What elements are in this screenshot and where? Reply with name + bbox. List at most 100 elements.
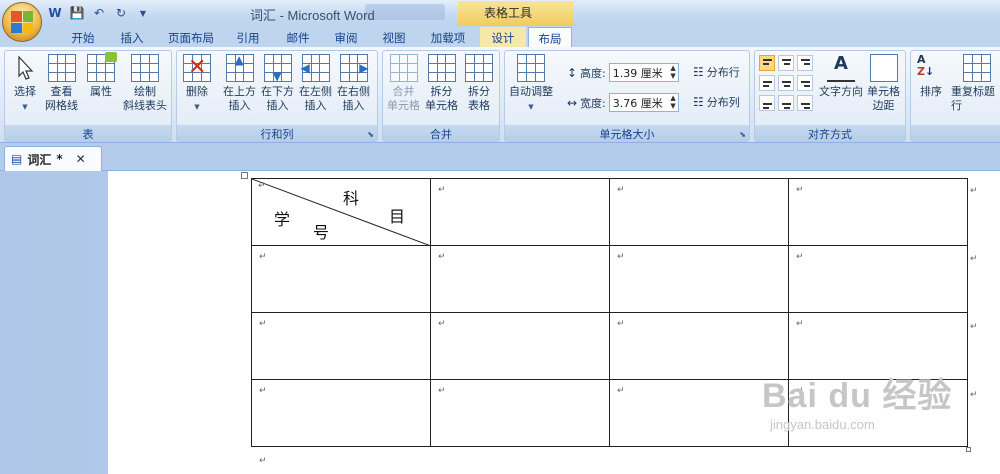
insert-row-above-icon: ▲ — [225, 53, 254, 82]
tab-review[interactable]: 审阅 — [326, 27, 366, 47]
baidu-watermark: Bai du 经验 jingyan.baidu.com — [762, 368, 952, 432]
quick-access-toolbar: W 💾 ↶ ↻ ▼ — [46, 4, 152, 22]
distribute-rows-icon: ☷ — [693, 65, 704, 79]
spin-arrows-icon[interactable]: ▲ ▼ — [670, 64, 675, 80]
tab-design[interactable]: 设计 — [480, 27, 526, 47]
gridlines-icon — [47, 54, 76, 82]
table-cell[interactable]: ↵ — [430, 379, 610, 447]
rows-cols-group-label: 行和列 — [177, 125, 377, 141]
sort-az-icon: A Z↓ — [917, 53, 935, 78]
chevron-down-icon: ▼ — [528, 103, 534, 111]
watermark-brand: Bai du 经验 — [762, 377, 953, 415]
ribbon-tabs: 开始 插入 页面布局 引用 邮件 审阅 视图 加载项 设计 布局 — [0, 26, 1000, 48]
office-logo-icon — [11, 11, 33, 33]
table-cell[interactable]: ↵ — [788, 178, 968, 246]
insert-right-button[interactable]: ▶ 在右侧 插入 — [337, 54, 370, 113]
align-middle-right-icon[interactable] — [797, 75, 813, 91]
split-cells-button[interactable]: 拆分 单元格 — [425, 54, 458, 113]
autofit-icon — [517, 54, 545, 82]
table-resize-handle[interactable] — [966, 447, 971, 452]
save-icon[interactable]: 💾 — [68, 5, 86, 21]
align-middle-center-icon[interactable] — [778, 75, 794, 91]
word-document-icon: ▤ — [11, 152, 23, 166]
alignment-group-label: 对齐方式 — [755, 125, 905, 141]
tab-home[interactable]: 开始 — [62, 27, 104, 47]
table-cell[interactable]: ↵ — [251, 245, 431, 313]
align-bottom-center-icon[interactable] — [778, 95, 794, 111]
insert-column-right-icon: ▶ — [339, 54, 369, 82]
alignment-group: A 文字方向 单元格 边距 对齐方式 — [754, 50, 906, 142]
cell-size-group-label: 单元格大小 — [505, 125, 749, 141]
split-table-button[interactable]: 拆分 表格 — [465, 54, 493, 113]
align-top-left-icon[interactable] — [759, 55, 775, 71]
select-button[interactable]: 选择 ▼ — [11, 54, 39, 114]
insert-above-button[interactable]: ▲ 在上方 插入 — [223, 53, 256, 113]
redo-icon[interactable]: ↻ — [112, 5, 130, 21]
draw-diagonal-header-button[interactable]: 绘制 斜线表头 — [123, 54, 167, 113]
table-row: ↵ 科 目 学 号 ↵ ↵ ↵ — [251, 178, 968, 246]
tab-mailings[interactable]: 邮件 — [278, 27, 318, 47]
trailing-paragraph-mark: ↵ — [259, 456, 267, 466]
align-middle-left-icon[interactable] — [759, 75, 775, 91]
dialog-launcher-icon[interactable]: ⬊ — [367, 130, 374, 139]
tab-references[interactable]: 引用 — [228, 27, 268, 47]
table-group-label: 表 — [5, 125, 171, 141]
merge-cells-icon — [389, 54, 418, 82]
sort-button[interactable]: A Z↓ 排序 — [917, 54, 945, 99]
distribute-columns-icon: ☷ — [693, 95, 704, 109]
insert-left-button[interactable]: ◀ 在左侧 插入 — [299, 54, 332, 113]
insert-below-button[interactable]: ▼ 在下方 插入 — [261, 54, 294, 113]
undo-icon[interactable]: ↶ — [90, 5, 108, 21]
text-direction-icon: A — [827, 54, 855, 82]
width-input[interactable]: 3.76 厘米 ▲ ▼ — [608, 93, 679, 112]
tab-insert[interactable]: 插入 — [112, 27, 152, 47]
distribute-cols-button[interactable]: ☷ 分布列 — [693, 94, 740, 110]
cell-margins-button[interactable]: 单元格 边距 — [867, 54, 900, 113]
width-row: ↔ 宽度: 3.76 厘米 ▲ ▼ — [567, 93, 679, 112]
office-button[interactable] — [2, 2, 42, 42]
close-icon[interactable]: ✕ — [76, 152, 86, 166]
header-text-xue: 学 — [274, 210, 291, 229]
chevron-down-icon: ▼ — [194, 103, 200, 111]
table-cell[interactable]: ↵ — [788, 245, 968, 313]
align-bottom-left-icon[interactable] — [759, 95, 775, 111]
tab-page-layout[interactable]: 页面布局 — [162, 27, 220, 47]
table-move-handle[interactable] — [241, 172, 248, 179]
table-cell[interactable]: ↵ — [430, 245, 610, 313]
document-tab[interactable]: ▤ 词汇 * ✕ — [4, 146, 102, 171]
cell-margins-icon — [869, 54, 898, 82]
autofit-button[interactable]: 自动调整 ▼ — [509, 54, 553, 114]
tab-layout[interactable]: 布局 — [528, 27, 572, 48]
row-end-mark: ↵ — [970, 390, 978, 400]
table-cell[interactable]: ↵ — [609, 245, 789, 313]
row-end-mark: ↵ — [970, 322, 978, 332]
align-top-center-icon[interactable] — [778, 55, 794, 71]
dialog-launcher-icon[interactable]: ⬊ — [739, 130, 746, 139]
table-row: ↵ ↵ ↵ ↵ — [251, 245, 968, 313]
table-cell[interactable]: ↵ — [609, 178, 789, 246]
table-cell[interactable]: ↵ — [430, 178, 610, 246]
text-direction-button[interactable]: A 文字方向 — [819, 54, 863, 99]
row-height-icon: ↕ — [567, 65, 578, 80]
table-cell[interactable]: ↵ — [251, 379, 431, 447]
merge-cells-button[interactable]: 合并 单元格 — [387, 54, 420, 113]
repeat-header-rows-button[interactable]: 重复标题行 — [951, 54, 1000, 113]
align-bottom-right-icon[interactable] — [797, 95, 813, 111]
delete-button[interactable]: ✕ 删除 ▼ — [183, 54, 211, 114]
height-input[interactable]: 1.39 厘米 ▲ ▼ — [608, 63, 679, 82]
tab-addins[interactable]: 加载项 — [420, 27, 476, 47]
customize-qat-icon[interactable]: ▼ — [134, 5, 152, 21]
diagonal-header-cell[interactable]: ↵ 科 目 学 号 — [251, 178, 431, 246]
insert-column-left-icon: ◀ — [301, 54, 330, 82]
properties-button[interactable]: 属性 — [87, 52, 117, 99]
distribute-rows-button[interactable]: ☷ 分布行 — [693, 64, 740, 80]
table-cell[interactable]: ↵ — [430, 312, 610, 380]
align-top-right-icon[interactable] — [797, 55, 813, 71]
height-row: ↕ 高度: 1.39 厘米 ▲ ▼ — [567, 63, 679, 82]
spin-arrows-icon[interactable]: ▲ ▼ — [670, 94, 675, 110]
title-bar: W 💾 ↶ ↻ ▼ 词汇 - Microsoft Word 表格工具 — [0, 0, 1000, 26]
view-gridlines-button[interactable]: 查看 网格线 — [45, 54, 78, 113]
tab-view[interactable]: 视图 — [374, 27, 414, 47]
table-cell[interactable]: ↵ — [251, 312, 431, 380]
table-properties-icon — [87, 52, 117, 82]
